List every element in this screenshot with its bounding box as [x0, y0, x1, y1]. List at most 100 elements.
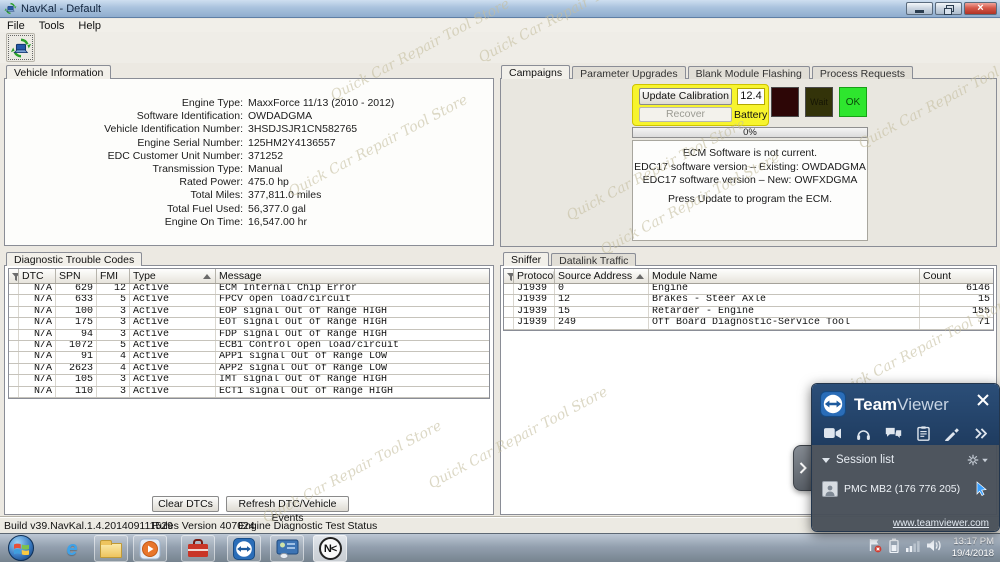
- dtc-table-row[interactable]: N/A 91 4 Active APP1 signal Out of Range…: [9, 352, 489, 363]
- dtc-cell-message: ECT1 signal Out of Range HIGH: [216, 387, 489, 397]
- dtc-col-dtc[interactable]: DTC: [19, 269, 56, 283]
- sniffer-tabstrip: Sniffer Datalink Traffic: [503, 252, 636, 266]
- sniffer-table-row[interactable]: J1939 15 Retarder - Engine 155: [504, 307, 993, 318]
- action-center-icon[interactable]: [868, 538, 882, 553]
- taskbar-device-panel-button[interactable]: [270, 535, 304, 562]
- dtc-table-row[interactable]: N/A 110 3 Active ECT1 signal Out of Rang…: [9, 387, 489, 398]
- menu-file[interactable]: File: [0, 20, 32, 32]
- dtc-col-spn[interactable]: SPN: [56, 269, 97, 283]
- battery-icon[interactable]: [889, 538, 899, 553]
- tab-parameter-upgrades[interactable]: Parameter Upgrades: [572, 66, 685, 79]
- taskbar-clock[interactable]: 13:17 PM 19/4/2018: [952, 536, 994, 560]
- sniffer-col-count[interactable]: Count: [920, 269, 993, 283]
- desktop: NavKal - Default × File Tools Help Vehic…: [0, 0, 1000, 562]
- sniffer-table-body: J1939 0 Engine 6146 J1939 12 Brakes - St…: [504, 284, 993, 330]
- video-icon[interactable]: [824, 427, 841, 440]
- taskbar-explorer-button[interactable]: [94, 535, 128, 562]
- restore-button[interactable]: [935, 2, 962, 15]
- vehicle-info-list: Engine Type: MaxxForce 11/13 (2010 - 201…: [5, 79, 493, 229]
- menu-help[interactable]: Help: [71, 20, 108, 32]
- session-item[interactable]: PMC MB2 (176 776 205): [822, 481, 960, 497]
- session-settings-button[interactable]: [967, 454, 989, 466]
- sniffer-cell-source: 15: [555, 307, 649, 317]
- test-status: Engine Diagnostic Test Status: [238, 520, 377, 532]
- tab-sniffer[interactable]: Sniffer: [503, 252, 549, 266]
- clear-dtcs-button[interactable]: Clear DTCs: [152, 496, 219, 512]
- sniffer-table-row[interactable]: J1939 0 Engine 6146: [504, 284, 993, 295]
- taskbar-teamviewer-button[interactable]: [227, 535, 261, 562]
- dtc-filter-header[interactable]: [9, 269, 19, 283]
- battery-label: Battery: [734, 109, 767, 121]
- dtc-cell-spn: 105: [56, 375, 97, 385]
- clipboard-icon[interactable]: [917, 426, 930, 441]
- refresh-dtc-button[interactable]: Refresh DTC/Vehicle Events: [226, 496, 349, 512]
- dtc-cell-type: Active: [130, 341, 216, 351]
- dtc-cell-type: Active: [130, 307, 216, 317]
- update-calibration-button[interactable]: Update Calibration: [639, 88, 732, 105]
- sniffer-col-module[interactable]: Module Name: [649, 269, 920, 283]
- window-titlebar[interactable]: NavKal - Default ×: [0, 0, 1000, 18]
- sniffer-cell-count: 71: [920, 318, 993, 328]
- dtc-table-row[interactable]: N/A 175 3 Active EOT signal Out of Range…: [9, 318, 489, 329]
- dtc-cell-dtc: N/A: [19, 352, 56, 362]
- taskbar-toolbox-button[interactable]: [181, 535, 215, 562]
- dtc-table-row[interactable]: N/A 633 5 Active FPCV open load/circuit: [9, 295, 489, 306]
- dtc-cell-spn: 91: [56, 352, 97, 362]
- volume-icon[interactable]: [927, 539, 942, 552]
- tab-vehicle-information[interactable]: Vehicle Information: [6, 65, 111, 79]
- remote-cursor-icon[interactable]: [975, 481, 989, 496]
- chat-icon[interactable]: [885, 427, 902, 440]
- more-chevrons-icon[interactable]: [974, 428, 987, 439]
- ecm-message-box: ECM Software is not current. EDC17 softw…: [632, 140, 868, 241]
- dtc-col-message[interactable]: Message: [216, 269, 489, 283]
- dtc-col-type[interactable]: Type: [130, 269, 216, 283]
- dtc-cell-message: EOP signal Out of Range HIGH: [216, 307, 489, 317]
- dtc-table-row[interactable]: N/A 629 12 Active ECM Internal Chip Erro…: [9, 284, 489, 295]
- vehicle-info-label: Engine On Time:: [5, 216, 243, 229]
- tab-process-requests[interactable]: Process Requests: [812, 66, 913, 79]
- teamviewer-title: TeamViewer: [854, 395, 949, 415]
- taskbar-media-player-button[interactable]: [133, 535, 167, 562]
- sniffer-filter-header[interactable]: [504, 269, 514, 283]
- sniffer-col-source[interactable]: Source Address: [555, 269, 649, 283]
- teamviewer-collapse-handle[interactable]: [793, 445, 812, 491]
- dtc-table-row[interactable]: N/A 94 3 Active FDP signal Out of Range …: [9, 330, 489, 341]
- dtc-table-row[interactable]: N/A 1072 5 Active ECB1 Control open load…: [9, 341, 489, 352]
- menu-tools[interactable]: Tools: [32, 20, 72, 32]
- sniffer-col-protocol[interactable]: Protocol: [514, 269, 555, 283]
- network-icon[interactable]: [906, 539, 920, 552]
- teamviewer-toolbar: [812, 426, 999, 441]
- dtc-col-fmi[interactable]: FMI: [97, 269, 130, 283]
- battery-voltage-value: 12.4: [737, 88, 765, 105]
- dtc-cell-fmi: 3: [97, 387, 130, 397]
- tab-blank-module-flashing[interactable]: Blank Module Flashing: [688, 66, 810, 79]
- dtc-table-row[interactable]: N/A 100 3 Active EOP signal Out of Range…: [9, 307, 489, 318]
- brush-icon[interactable]: [944, 427, 959, 441]
- sniffer-table-row[interactable]: J1939 12 Brakes - Steer Axle 15: [504, 295, 993, 306]
- headset-icon[interactable]: [856, 427, 871, 441]
- status-box-fail: [771, 87, 799, 117]
- dtc-table-row[interactable]: N/A 2623 4 Active APP2 signal Out of Ran…: [9, 364, 489, 375]
- teamviewer-link[interactable]: www.teamviewer.com: [893, 518, 989, 529]
- dtc-cell-message: EOT signal Out of Range HIGH: [216, 318, 489, 328]
- vehicle-info-row: Engine Serial Number: 125HM2Y4136557: [5, 137, 493, 150]
- sniffer-table-row[interactable]: J1939 249 Off Board Diagnostic-Service T…: [504, 318, 993, 329]
- dtc-cell-type: Active: [130, 284, 216, 294]
- media-player-icon: [139, 538, 161, 560]
- close-button[interactable]: ×: [964, 2, 997, 15]
- tab-diagnostic-trouble-codes[interactable]: Diagnostic Trouble Codes: [6, 252, 142, 266]
- system-tray: [868, 538, 942, 553]
- start-button[interactable]: [8, 535, 34, 561]
- tab-campaigns[interactable]: Campaigns: [501, 65, 570, 79]
- dtc-table-row[interactable]: N/A 105 3 Active IMT signal Out of Range…: [9, 375, 489, 386]
- teamviewer-close-icon[interactable]: [977, 394, 989, 406]
- taskbar-ie-button[interactable]: e: [55, 535, 89, 562]
- session-list-header[interactable]: Session list: [822, 454, 894, 466]
- recover-button[interactable]: Recover: [639, 107, 732, 122]
- tab-datalink-traffic[interactable]: Datalink Traffic: [551, 253, 636, 266]
- minimize-button[interactable]: [906, 2, 933, 15]
- sniffer-table-header: Protocol Source Address Module Name Coun…: [504, 269, 993, 284]
- sniffer-cell-count: 6146: [920, 284, 993, 294]
- connect-vehicle-button[interactable]: [6, 33, 35, 62]
- taskbar-navkal-button[interactable]: N<: [313, 535, 347, 562]
